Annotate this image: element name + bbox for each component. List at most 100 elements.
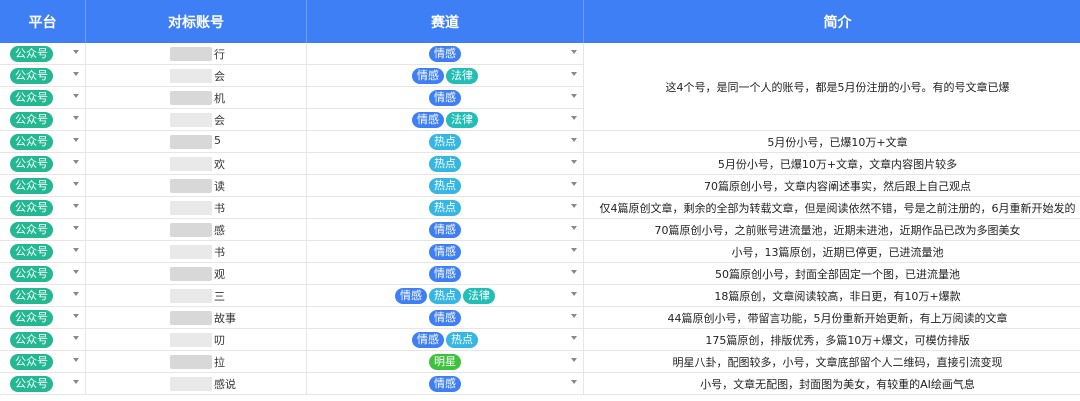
dropdown-arrow-icon[interactable] — [73, 116, 79, 120]
dropdown-arrow-icon[interactable] — [73, 204, 79, 208]
dropdown-arrow-icon[interactable] — [571, 226, 577, 230]
dropdown-arrow-icon[interactable] — [73, 314, 79, 318]
track-tag: 情感 — [429, 45, 461, 62]
track-cell[interactable]: 热点 — [306, 196, 584, 219]
intro-cell[interactable]: 70篇原创小号，文章内容阐述事实，然后跟上自己观点 — [583, 174, 1080, 197]
intro-cell[interactable]: 175篇原创，排版优秀，多篇10万+爆文，可模仿排版 — [583, 328, 1080, 351]
intro-cell[interactable]: 44篇原创小号，带留言功能，5月份重新开始更新，有上万阅读的文章 — [583, 306, 1080, 329]
track-cell[interactable]: 情感 法律 — [306, 64, 584, 87]
dropdown-arrow-icon[interactable] — [73, 182, 79, 186]
account-cell[interactable]: 观 — [85, 262, 307, 285]
track-cell[interactable]: 情感 — [306, 86, 584, 109]
track-cell[interactable]: 情感 热点 — [306, 328, 584, 351]
dropdown-arrow-icon[interactable] — [571, 72, 577, 76]
track-cell[interactable]: 情感 — [306, 372, 584, 395]
redacted-block — [170, 333, 212, 347]
platform-tag: 公众号 — [10, 331, 53, 348]
dropdown-arrow-icon[interactable] — [73, 94, 79, 98]
account-cell[interactable]: 感说 — [85, 372, 307, 395]
dropdown-arrow-icon[interactable] — [571, 204, 577, 208]
platform-cell[interactable]: 公众号 — [0, 152, 86, 175]
platform-cell[interactable]: 公众号 — [0, 240, 86, 263]
track-cell[interactable]: 情感 — [306, 240, 584, 263]
dropdown-arrow-icon[interactable] — [571, 336, 577, 340]
platform-cell[interactable]: 公众号 — [0, 372, 86, 395]
account-cell[interactable]: 会 — [85, 64, 307, 87]
platform-cell[interactable]: 公众号 — [0, 108, 86, 131]
platform-cell[interactable]: 公众号 — [0, 284, 86, 307]
platform-cell[interactable]: 公众号 — [0, 130, 86, 153]
dropdown-arrow-icon[interactable] — [73, 160, 79, 164]
intro-cell[interactable]: 5月份小号，已爆10万+文章，文章内容图片较多 — [583, 152, 1080, 175]
account-cell[interactable]: 拉 — [85, 350, 307, 373]
dropdown-arrow-icon[interactable] — [73, 50, 79, 54]
dropdown-arrow-icon[interactable] — [571, 182, 577, 186]
intro-cell[interactable]: 70篇原创小号，之前账号进流量池，近期未进池，近期作品已改为多图美女 — [583, 218, 1080, 241]
intro-cell[interactable]: 小号，文章无配图，封面图为美女，有较重的AI绘画气息 — [583, 372, 1080, 395]
platform-cell[interactable]: 公众号 — [0, 43, 86, 65]
account-cell[interactable]: 故事 — [85, 306, 307, 329]
dropdown-arrow-icon[interactable] — [73, 336, 79, 340]
intro-cell[interactable]: 小号，13篇原创，近期已停更，已进流量池 — [583, 240, 1080, 263]
table-row: 公众号行情感 这4个号，是同一个人的账号，都是5月份注册的小号。有的号文章已爆 — [0, 43, 1080, 131]
dropdown-arrow-icon[interactable] — [571, 50, 577, 54]
account-cell[interactable]: 读 — [85, 174, 307, 197]
track-cell[interactable]: 情感 — [306, 306, 584, 329]
platform-cell[interactable]: 公众号 — [0, 218, 86, 241]
platform-cell[interactable]: 公众号 — [0, 196, 86, 219]
dropdown-arrow-icon[interactable] — [73, 226, 79, 230]
platform-cell[interactable]: 公众号 — [0, 262, 86, 285]
account-cell[interactable]: 感 — [85, 218, 307, 241]
dropdown-arrow-icon[interactable] — [73, 138, 79, 142]
account-cell[interactable]: 5 — [85, 130, 307, 153]
track-cell[interactable]: 情感 热点 法律 — [306, 284, 584, 307]
account-cell[interactable]: 机 — [85, 86, 307, 109]
intro-cell-merged[interactable]: 这4个号，是同一个人的账号，都是5月份注册的小号。有的号文章已爆 — [583, 43, 1080, 131]
dropdown-arrow-icon[interactable] — [571, 292, 577, 296]
track-cell[interactable]: 情感 — [306, 218, 584, 241]
dropdown-arrow-icon[interactable] — [571, 270, 577, 274]
dropdown-arrow-icon[interactable] — [73, 248, 79, 252]
track-cell[interactable]: 情感 法律 — [306, 108, 584, 131]
account-cell[interactable]: 行 — [85, 43, 307, 65]
dropdown-arrow-icon[interactable] — [73, 292, 79, 296]
dropdown-arrow-icon[interactable] — [571, 94, 577, 98]
track-cell[interactable]: 情感 — [306, 43, 584, 65]
account-cell[interactable]: 欢 — [85, 152, 307, 175]
account-cell[interactable]: 书 — [85, 240, 307, 263]
dropdown-arrow-icon[interactable] — [73, 358, 79, 362]
dropdown-arrow-icon[interactable] — [571, 380, 577, 384]
account-cell[interactable]: 三 — [85, 284, 307, 307]
dropdown-arrow-icon[interactable] — [571, 138, 577, 142]
dropdown-arrow-icon[interactable] — [571, 248, 577, 252]
track-cell[interactable]: 热点 — [306, 130, 584, 153]
dropdown-arrow-icon[interactable] — [571, 358, 577, 362]
dropdown-arrow-icon[interactable] — [571, 160, 577, 164]
account-cell[interactable]: 书 — [85, 196, 307, 219]
platform-cell[interactable]: 公众号 — [0, 86, 86, 109]
table-row: 公众号 感 情感 70篇原创小号，之前账号进流量池，近期未进池，近期作品已改为多图美女 — [0, 218, 1080, 241]
track-cell[interactable]: 热点 — [306, 152, 584, 175]
intro-cell[interactable]: 明星八卦，配图较多，小号，文章底部留个人二维码，直接引流变现 — [583, 350, 1080, 373]
redacted-block — [170, 157, 212, 171]
dropdown-arrow-icon[interactable] — [571, 116, 577, 120]
track-cell[interactable]: 热点 — [306, 174, 584, 197]
platform-cell[interactable]: 公众号 — [0, 174, 86, 197]
intro-cell[interactable]: 5月份小号，已爆10万+文章 — [583, 130, 1080, 153]
platform-cell[interactable]: 公众号 — [0, 64, 86, 87]
dropdown-arrow-icon[interactable] — [73, 380, 79, 384]
dropdown-arrow-icon[interactable] — [73, 72, 79, 76]
platform-cell[interactable]: 公众号 — [0, 350, 86, 373]
intro-cell[interactable]: 50篇原创小号，封面全部固定一个图，已进流量池 — [583, 262, 1080, 285]
intro-cell[interactable]: 18篇原创，文章阅读较高，非日更，有10万+爆款 — [583, 284, 1080, 307]
platform-cell[interactable]: 公众号 — [0, 328, 86, 351]
account-cell[interactable]: 叨 — [85, 328, 307, 351]
track-cell[interactable]: 情感 — [306, 262, 584, 285]
account-cell[interactable]: 会 — [85, 108, 307, 131]
header-track: 赛道 — [306, 0, 584, 43]
platform-cell[interactable]: 公众号 — [0, 306, 86, 329]
track-cell[interactable]: 明星 — [306, 350, 584, 373]
dropdown-arrow-icon[interactable] — [73, 270, 79, 274]
dropdown-arrow-icon[interactable] — [571, 314, 577, 318]
intro-cell[interactable]: 仅4篇原创文章，剩余的全部为转载文章，但是阅读依然不错，号是之前注册的，6月重新… — [583, 196, 1080, 219]
